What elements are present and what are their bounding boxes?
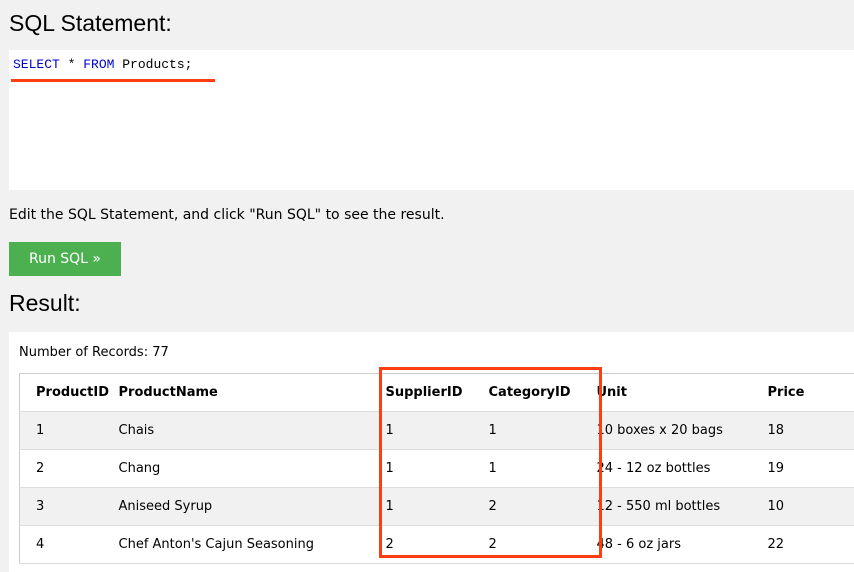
cell-price: 18 [768, 412, 854, 450]
instruction-text: Edit the SQL Statement, and click "Run S… [9, 207, 445, 223]
red-box-annotation [379, 367, 602, 558]
column-header-productname: ProductName [119, 374, 386, 412]
cell-unit: 24 - 12 oz bottles [597, 450, 768, 488]
cell-productid: 2 [20, 450, 119, 488]
record-count: Number of Records: 77 [19, 345, 169, 360]
cell-productid: 3 [20, 488, 119, 526]
column-header-productid: ProductID [20, 374, 119, 412]
cell-unit: 48 - 6 oz jars [597, 526, 768, 564]
cell-price: 19 [768, 450, 854, 488]
keyword-select: SELECT [13, 57, 60, 72]
column-header-price: Price [768, 374, 854, 412]
cell-productname: Chang [119, 450, 386, 488]
cell-productname: Chais [119, 412, 386, 450]
cell-productname: Aniseed Syrup [119, 488, 386, 526]
code-table: Products; [114, 57, 192, 72]
run-sql-button[interactable]: Run SQL » [9, 242, 121, 276]
cell-unit: 10 boxes x 20 bags [597, 412, 768, 450]
cell-productid: 4 [20, 526, 119, 564]
result-heading: Result: [9, 290, 81, 317]
sql-editor[interactable]: SELECT * FROM Products; [9, 50, 854, 190]
cell-price: 10 [768, 488, 854, 526]
column-header-unit: Unit [597, 374, 768, 412]
sql-statement-heading: SQL Statement: [9, 10, 172, 37]
cell-unit: 12 - 550 ml bottles [597, 488, 768, 526]
code-star: * [60, 57, 83, 72]
cell-productid: 1 [20, 412, 119, 450]
red-underline-annotation [11, 79, 215, 82]
cell-price: 22 [768, 526, 854, 564]
cell-productname: Chef Anton's Cajun Seasoning [119, 526, 386, 564]
keyword-from: FROM [83, 57, 114, 72]
sql-code[interactable]: SELECT * FROM Products; [13, 57, 192, 72]
